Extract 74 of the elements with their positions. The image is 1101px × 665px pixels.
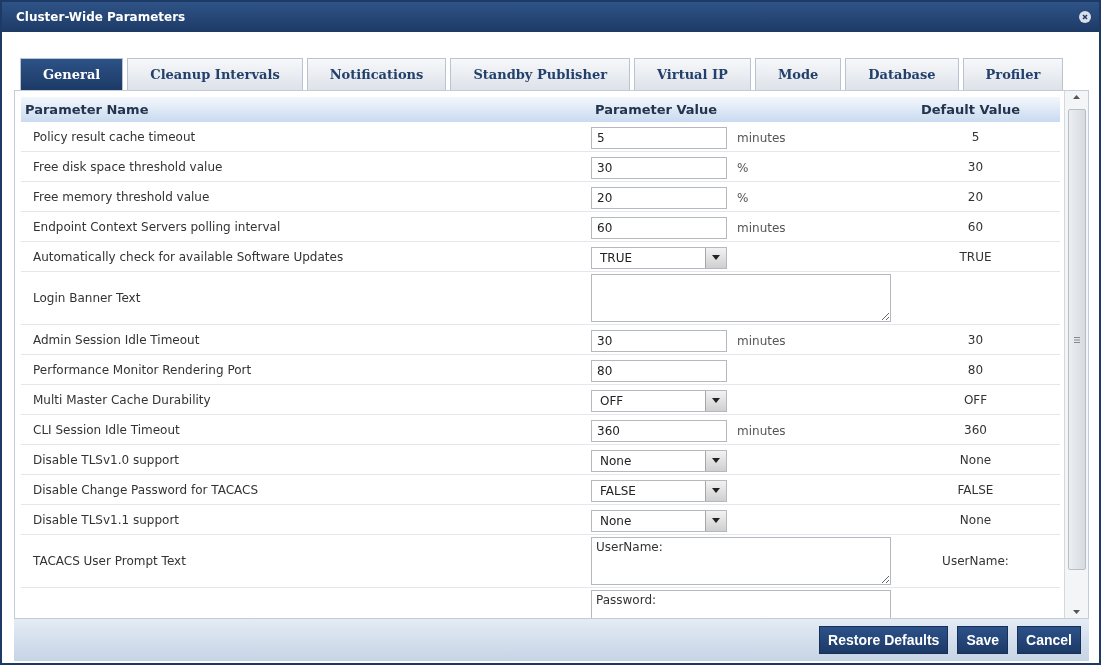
parameter-name: Admin Session Idle Timeout (32, 332, 201, 347)
tab[interactable]: Cleanup Intervals (127, 58, 303, 90)
input-field[interactable]: 80 (591, 359, 727, 382)
parameter-name: CLI Session Idle Timeout (32, 422, 181, 437)
default-value: UserName: (941, 554, 1010, 568)
scroll-up-icon[interactable] (1073, 95, 1080, 99)
default-value: None (958, 452, 993, 467)
input-field[interactable]: 5 (591, 126, 727, 149)
column-header: Default Value (919, 102, 1022, 117)
text-area[interactable]: Password: (591, 590, 891, 618)
dropdown[interactable]: None (591, 449, 727, 472)
tab[interactable]: Standby Publisher (450, 58, 630, 90)
default-value: 5 (970, 129, 981, 144)
unit-label: minutes (737, 333, 786, 348)
default-value: 30 (966, 332, 985, 347)
unit-label: minutes (737, 130, 786, 145)
input-field[interactable]: 360 (591, 419, 727, 442)
parameter-name: Endpoint Context Servers polling interval (32, 219, 282, 234)
input-field[interactable]: 30 (591, 329, 727, 352)
default-value: None (958, 512, 993, 527)
default-value: OFF (962, 392, 989, 407)
tab[interactable]: Database (845, 58, 959, 90)
default-value: TRUE (958, 249, 993, 264)
action-button[interactable]: Cancel (1017, 626, 1081, 654)
parameter-name: Automatically check for available Software Updates (32, 249, 345, 264)
unit-label: minutes (737, 423, 786, 438)
tab[interactable]: Profiler (962, 58, 1064, 90)
unit-label: % (737, 160, 749, 175)
dropdown[interactable]: OFF (591, 389, 727, 412)
parameter-name: Login Banner Text (32, 291, 142, 305)
text-area[interactable]: UserName: (591, 537, 891, 585)
tab[interactable]: Notifications (306, 58, 447, 90)
caret-icon (712, 518, 720, 523)
tab[interactable]: General (20, 58, 124, 90)
parameter-name: Free disk space threshold value (32, 159, 224, 174)
parameter-name: Policy result cache timeout (32, 129, 197, 144)
tab[interactable]: Mode (754, 58, 842, 90)
grip-icon (1073, 336, 1080, 343)
parameter-name: Performance Monitor Rendering Port (32, 362, 253, 377)
action-button[interactable]: Restore Defaults (819, 626, 949, 654)
caret-icon (712, 458, 720, 463)
default-value: FALSE (956, 482, 995, 497)
input-field[interactable]: 30 (591, 156, 727, 179)
parameter-name: Disable Change Password for TACACS (32, 482, 260, 497)
scroll-down-icon[interactable] (1073, 610, 1080, 614)
close-button[interactable] (1079, 11, 1091, 23)
caret-icon (712, 398, 720, 403)
caret-icon (712, 255, 720, 260)
dropdown[interactable]: None (591, 509, 727, 532)
input-field[interactable]: 60 (591, 216, 727, 239)
column-header: Parameter Value (594, 102, 719, 117)
dropdown[interactable]: FALSE (591, 479, 727, 502)
default-value: 60 (966, 219, 985, 234)
parameter-name: Disable TLSv1.1 support (32, 512, 181, 527)
close-icon (1082, 14, 1088, 20)
unit-label: % (737, 190, 749, 205)
default-value: 360 (963, 422, 988, 437)
tab[interactable]: Virtual IP (634, 58, 751, 90)
scrollbar[interactable] (1064, 91, 1088, 618)
scroll-thumb[interactable] (1067, 109, 1086, 570)
default-value: 80 (966, 362, 985, 377)
dropdown[interactable]: TRUE (591, 246, 727, 269)
parameter-name: Free memory threshold value (32, 189, 211, 204)
parameter-name: Disable TLSv1.0 support (32, 452, 181, 467)
input-field[interactable]: 20 (591, 186, 727, 209)
default-value: 20 (966, 189, 985, 204)
unit-label: minutes (737, 220, 786, 235)
column-header: Parameter Name (24, 102, 150, 117)
default-value: 30 (966, 159, 985, 174)
action-button[interactable]: Save (957, 626, 1009, 654)
parameter-name: TACACS User Prompt Text (32, 554, 187, 568)
parameter-name: Multi Master Cache Durability (32, 392, 212, 407)
caret-icon (712, 488, 720, 493)
window-title: Cluster-Wide Parameters (16, 10, 186, 24)
